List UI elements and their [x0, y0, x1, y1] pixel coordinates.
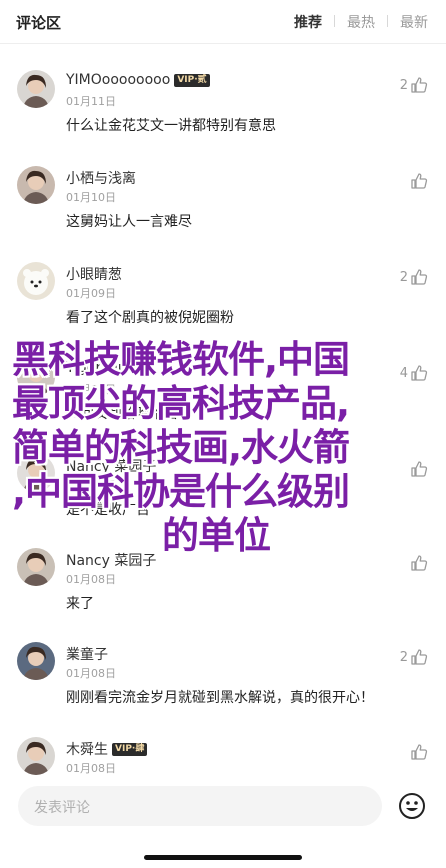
comment-date: 01月09日	[66, 287, 116, 300]
vip-badge: VIP·肆	[112, 742, 148, 756]
overlay-line: 黑科技赚钱软件,中国	[12, 338, 350, 381]
comment-date: 01月10日	[66, 191, 116, 204]
comment-item[interactable]: 小栖与浅离 01月10日这舅妈让人一言难尽	[0, 166, 446, 261]
tab-newest[interactable]: 最新	[400, 12, 428, 32]
comment-section-title: 评论区	[16, 14, 62, 32]
comment-date: 01月11日	[66, 95, 116, 108]
avatar[interactable]	[17, 642, 55, 680]
comment-text: 刚刚看完流金岁月就碰到黑水解说，真的很开心！	[66, 690, 374, 706]
tab-hottest[interactable]: 最热	[347, 12, 375, 32]
like-button[interactable]	[408, 172, 428, 190]
comment-date: 01月08日	[66, 667, 116, 680]
thumbs-up-icon	[410, 172, 428, 190]
vip-badge: VIP·贰	[174, 73, 210, 87]
home-indicator	[144, 855, 302, 860]
thumbs-up-icon	[410, 268, 428, 286]
tab-divider	[387, 15, 388, 27]
overlay-banner-text: 黑科技赚钱软件,中国 最顶尖的高科技产品, 简单的科技画,水火箭 ,中国科协是什…	[12, 338, 432, 558]
avatar[interactable]	[17, 737, 55, 775]
comment-item[interactable]: YIMOoooooooo VIP·贰 01月11日什么让金花艾文一讲都特别有意思 2	[0, 70, 446, 165]
comment-item[interactable]: 業童子 01月08日刚刚看完流金岁月就碰到黑水解说，真的很开心！ 2	[0, 642, 446, 737]
comment-input[interactable]: 发表评论	[18, 786, 382, 826]
comment-text: 什么让金花艾文一讲都特别有意思	[66, 118, 276, 134]
comment-item[interactable]: Nancy 菜园子 01月08日 来了	[0, 548, 446, 643]
comment-username[interactable]: 業童子	[66, 644, 108, 664]
like-button[interactable]: 2	[400, 648, 428, 666]
thumbs-up-icon	[410, 648, 428, 666]
thumbs-up-icon	[410, 743, 428, 761]
comment-input-placeholder: 发表评论	[34, 800, 90, 816]
comment-username[interactable]: 小眼睛葱	[66, 264, 122, 284]
like-button[interactable]: 2	[400, 268, 428, 286]
comment-header: 评论区 推荐 最热 最新	[0, 0, 446, 44]
overlay-line: 简单的科技画,水火箭	[12, 426, 350, 469]
comment-username[interactable]: 木舜生 VIP·肆	[66, 739, 148, 759]
like-count: 2	[399, 269, 408, 285]
sort-tabs: 推荐 最热 最新	[294, 12, 428, 32]
tab-divider	[334, 15, 335, 27]
emoji-icon[interactable]	[398, 792, 426, 820]
comment-text: 来了	[66, 596, 94, 612]
comment-date: 01月08日	[66, 573, 116, 586]
avatar[interactable]	[17, 70, 55, 108]
overlay-line: 最顶尖的高科技产品,	[12, 382, 350, 425]
comment-date: 01月08日	[66, 762, 116, 775]
comment-username[interactable]: 小栖与浅离	[66, 168, 136, 188]
like-button[interactable]	[408, 743, 428, 761]
avatar[interactable]	[17, 262, 55, 300]
overlay-line: 的单位	[162, 514, 271, 557]
tab-recommended[interactable]: 推荐	[294, 12, 322, 32]
avatar[interactable]	[17, 166, 55, 204]
comment-text: 这舅妈让人一言难尽	[66, 214, 192, 230]
like-count: 2	[399, 77, 408, 93]
comment-text: 看了这个剧真的被倪妮圈粉	[66, 310, 234, 326]
like-count: 2	[399, 649, 408, 665]
thumbs-up-icon	[410, 76, 428, 94]
like-button[interactable]: 2	[400, 76, 428, 94]
overlay-line: ,中国科协是什么级别	[12, 470, 350, 513]
comment-username[interactable]: YIMOoooooooo VIP·贰	[66, 72, 210, 88]
